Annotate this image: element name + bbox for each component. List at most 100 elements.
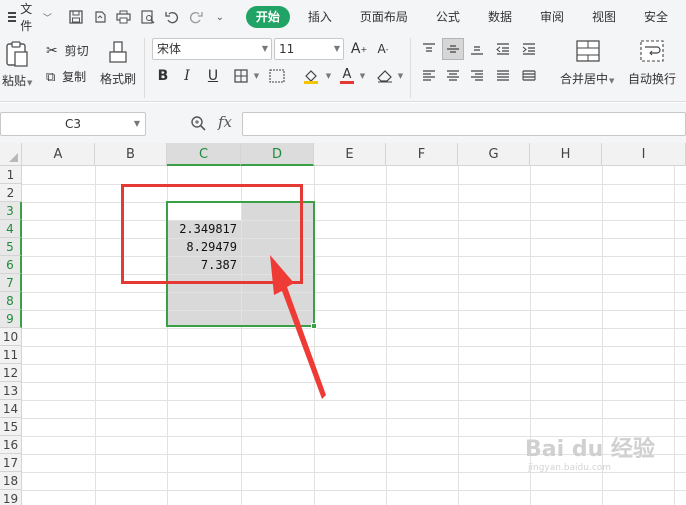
column-header-a[interactable]: A xyxy=(22,143,95,166)
align-top-icon[interactable] xyxy=(418,38,440,60)
align-right-icon[interactable] xyxy=(466,65,488,87)
tab-home[interactable]: 开始 xyxy=(245,6,290,28)
column-header-e[interactable]: E xyxy=(314,143,386,166)
cut-button[interactable]: ✂ 剪切 xyxy=(46,42,89,59)
column-header-d[interactable]: D xyxy=(241,143,314,166)
merge-dropdown-icon[interactable]: ▼ xyxy=(609,77,614,85)
column-header-c[interactable]: C xyxy=(167,143,241,166)
paste-icon[interactable] xyxy=(4,40,34,68)
row-header-2[interactable]: 2 xyxy=(0,184,22,202)
underline-button[interactable]: U xyxy=(202,65,224,87)
decrease-font-size-icon[interactable]: A- xyxy=(372,38,394,60)
row-header-13[interactable]: 13 xyxy=(0,382,22,400)
customize-toolbar-icon[interactable]: ⌄ xyxy=(208,5,232,29)
row-header-6[interactable]: 6 xyxy=(0,256,22,274)
row-header-12[interactable]: 12 xyxy=(0,364,22,382)
paste-button[interactable]: 粘贴▼ xyxy=(2,72,32,89)
clear-format-dropdown-icon[interactable]: ▼ xyxy=(394,65,406,87)
hamburger-icon xyxy=(8,12,17,22)
ribbon-home: 粘贴▼ ✂ 剪切 ⧉ 复制 格式刷 宋体 ▼ 11 ▼ A + A- B I U … xyxy=(0,34,686,102)
spreadsheet-grid[interactable]: A B C D E F G H I 1 2 3 4 5 6 7 8 9 10 1… xyxy=(0,143,686,505)
brush-icon[interactable] xyxy=(106,40,130,69)
tab-security[interactable]: 安全 xyxy=(634,6,678,28)
cell-style-icon[interactable] xyxy=(266,65,288,87)
column-header-g[interactable]: G xyxy=(458,143,530,166)
row-header-11[interactable]: 11 xyxy=(0,346,22,364)
row-header-10[interactable]: 10 xyxy=(0,328,22,346)
row-header-4[interactable]: 4 xyxy=(0,220,22,238)
merge-center-button[interactable]: 合并居中▼ xyxy=(560,70,614,87)
tab-data[interactable]: 数据 xyxy=(478,6,522,28)
tab-page-layout[interactable]: 页面布局 xyxy=(350,6,418,28)
fill-color-dropdown-icon[interactable]: ▼ xyxy=(322,65,334,87)
tab-view[interactable]: 视图 xyxy=(582,6,626,28)
gridline xyxy=(22,328,686,329)
increase-indent-icon[interactable] xyxy=(518,38,540,60)
file-menu-button[interactable]: 文件 ﹀ xyxy=(4,2,56,33)
decrease-indent-icon[interactable] xyxy=(492,38,514,60)
print-preview-icon[interactable] xyxy=(136,5,160,29)
gridline xyxy=(22,418,686,419)
row-header-16[interactable]: 16 xyxy=(0,436,22,454)
row-header-7[interactable]: 7 xyxy=(0,274,22,292)
font-name-select[interactable]: 宋体 ▼ xyxy=(152,38,272,60)
tab-review[interactable]: 审阅 xyxy=(530,6,574,28)
paste-dropdown-icon[interactable]: ▼ xyxy=(27,79,32,87)
zoom-search-icon[interactable] xyxy=(190,115,206,135)
undo-icon[interactable] xyxy=(160,5,184,29)
redo-icon[interactable] xyxy=(184,5,208,29)
font-color-icon[interactable]: A xyxy=(336,65,358,87)
select-all-corner[interactable] xyxy=(0,143,22,166)
row-header-15[interactable]: 15 xyxy=(0,418,22,436)
tab-formulas[interactable]: 公式 xyxy=(426,6,470,28)
row-header-1[interactable]: 1 xyxy=(0,166,22,184)
row-header-9[interactable]: 9 xyxy=(0,310,22,328)
align-left-icon[interactable] xyxy=(418,65,440,87)
fill-color-icon[interactable] xyxy=(300,65,322,87)
print-icon[interactable] xyxy=(112,5,136,29)
align-center-icon[interactable] xyxy=(442,65,464,87)
borders-icon[interactable] xyxy=(230,65,252,87)
row-header-19[interactable]: 19 xyxy=(0,490,22,505)
row-header-18[interactable]: 18 xyxy=(0,472,22,490)
row-header-8[interactable]: 8 xyxy=(0,292,22,310)
font-size-select[interactable]: 11 ▼ xyxy=(274,38,344,60)
paste-label: 粘贴 xyxy=(2,74,27,88)
align-bottom-icon[interactable] xyxy=(466,38,488,60)
row-header-17[interactable]: 17 xyxy=(0,454,22,472)
row-header-5[interactable]: 5 xyxy=(0,238,22,256)
bold-button[interactable]: B xyxy=(152,65,174,87)
column-header-i[interactable]: I xyxy=(602,143,686,166)
name-box[interactable]: C3 ▼ xyxy=(0,112,146,136)
formula-input[interactable] xyxy=(242,112,686,136)
column-header-h[interactable]: H xyxy=(530,143,602,166)
tab-insert[interactable]: 插入 xyxy=(298,6,342,28)
export-icon[interactable] xyxy=(88,5,112,29)
cut-label: 剪切 xyxy=(64,44,89,58)
wrap-text-icon[interactable] xyxy=(640,40,664,65)
row-header-3[interactable]: 3 xyxy=(0,202,22,220)
borders-dropdown-icon[interactable]: ▼ xyxy=(250,65,262,87)
clear-format-icon[interactable] xyxy=(374,65,396,87)
format-painter-button[interactable]: 格式刷 xyxy=(100,70,136,87)
copy-button[interactable]: ⧉ 复制 xyxy=(46,68,86,85)
baidu-watermark: Bai du 经验 xyxy=(525,437,655,462)
scissors-icon: ✂ xyxy=(46,43,58,59)
wrap-text-button[interactable]: 自动换行 xyxy=(628,70,676,87)
quick-access-toolbar: ⌄ xyxy=(64,5,232,29)
justify-icon[interactable] xyxy=(492,65,514,87)
font-size-value: 11 xyxy=(279,42,295,56)
align-middle-icon[interactable] xyxy=(442,38,464,60)
insert-function-icon[interactable]: fx xyxy=(218,113,232,131)
italic-button[interactable]: I xyxy=(176,65,198,87)
row-header-14[interactable]: 14 xyxy=(0,400,22,418)
gridline xyxy=(22,346,686,347)
save-icon[interactable] xyxy=(64,5,88,29)
distributed-align-icon[interactable] xyxy=(518,65,540,87)
increase-font-size-icon[interactable]: A + xyxy=(348,38,370,60)
column-header-f[interactable]: F xyxy=(386,143,458,166)
gridline xyxy=(22,400,686,401)
merge-center-icon[interactable] xyxy=(576,40,600,65)
column-header-b[interactable]: B xyxy=(95,143,167,166)
font-color-dropdown-icon[interactable]: ▼ xyxy=(356,65,368,87)
